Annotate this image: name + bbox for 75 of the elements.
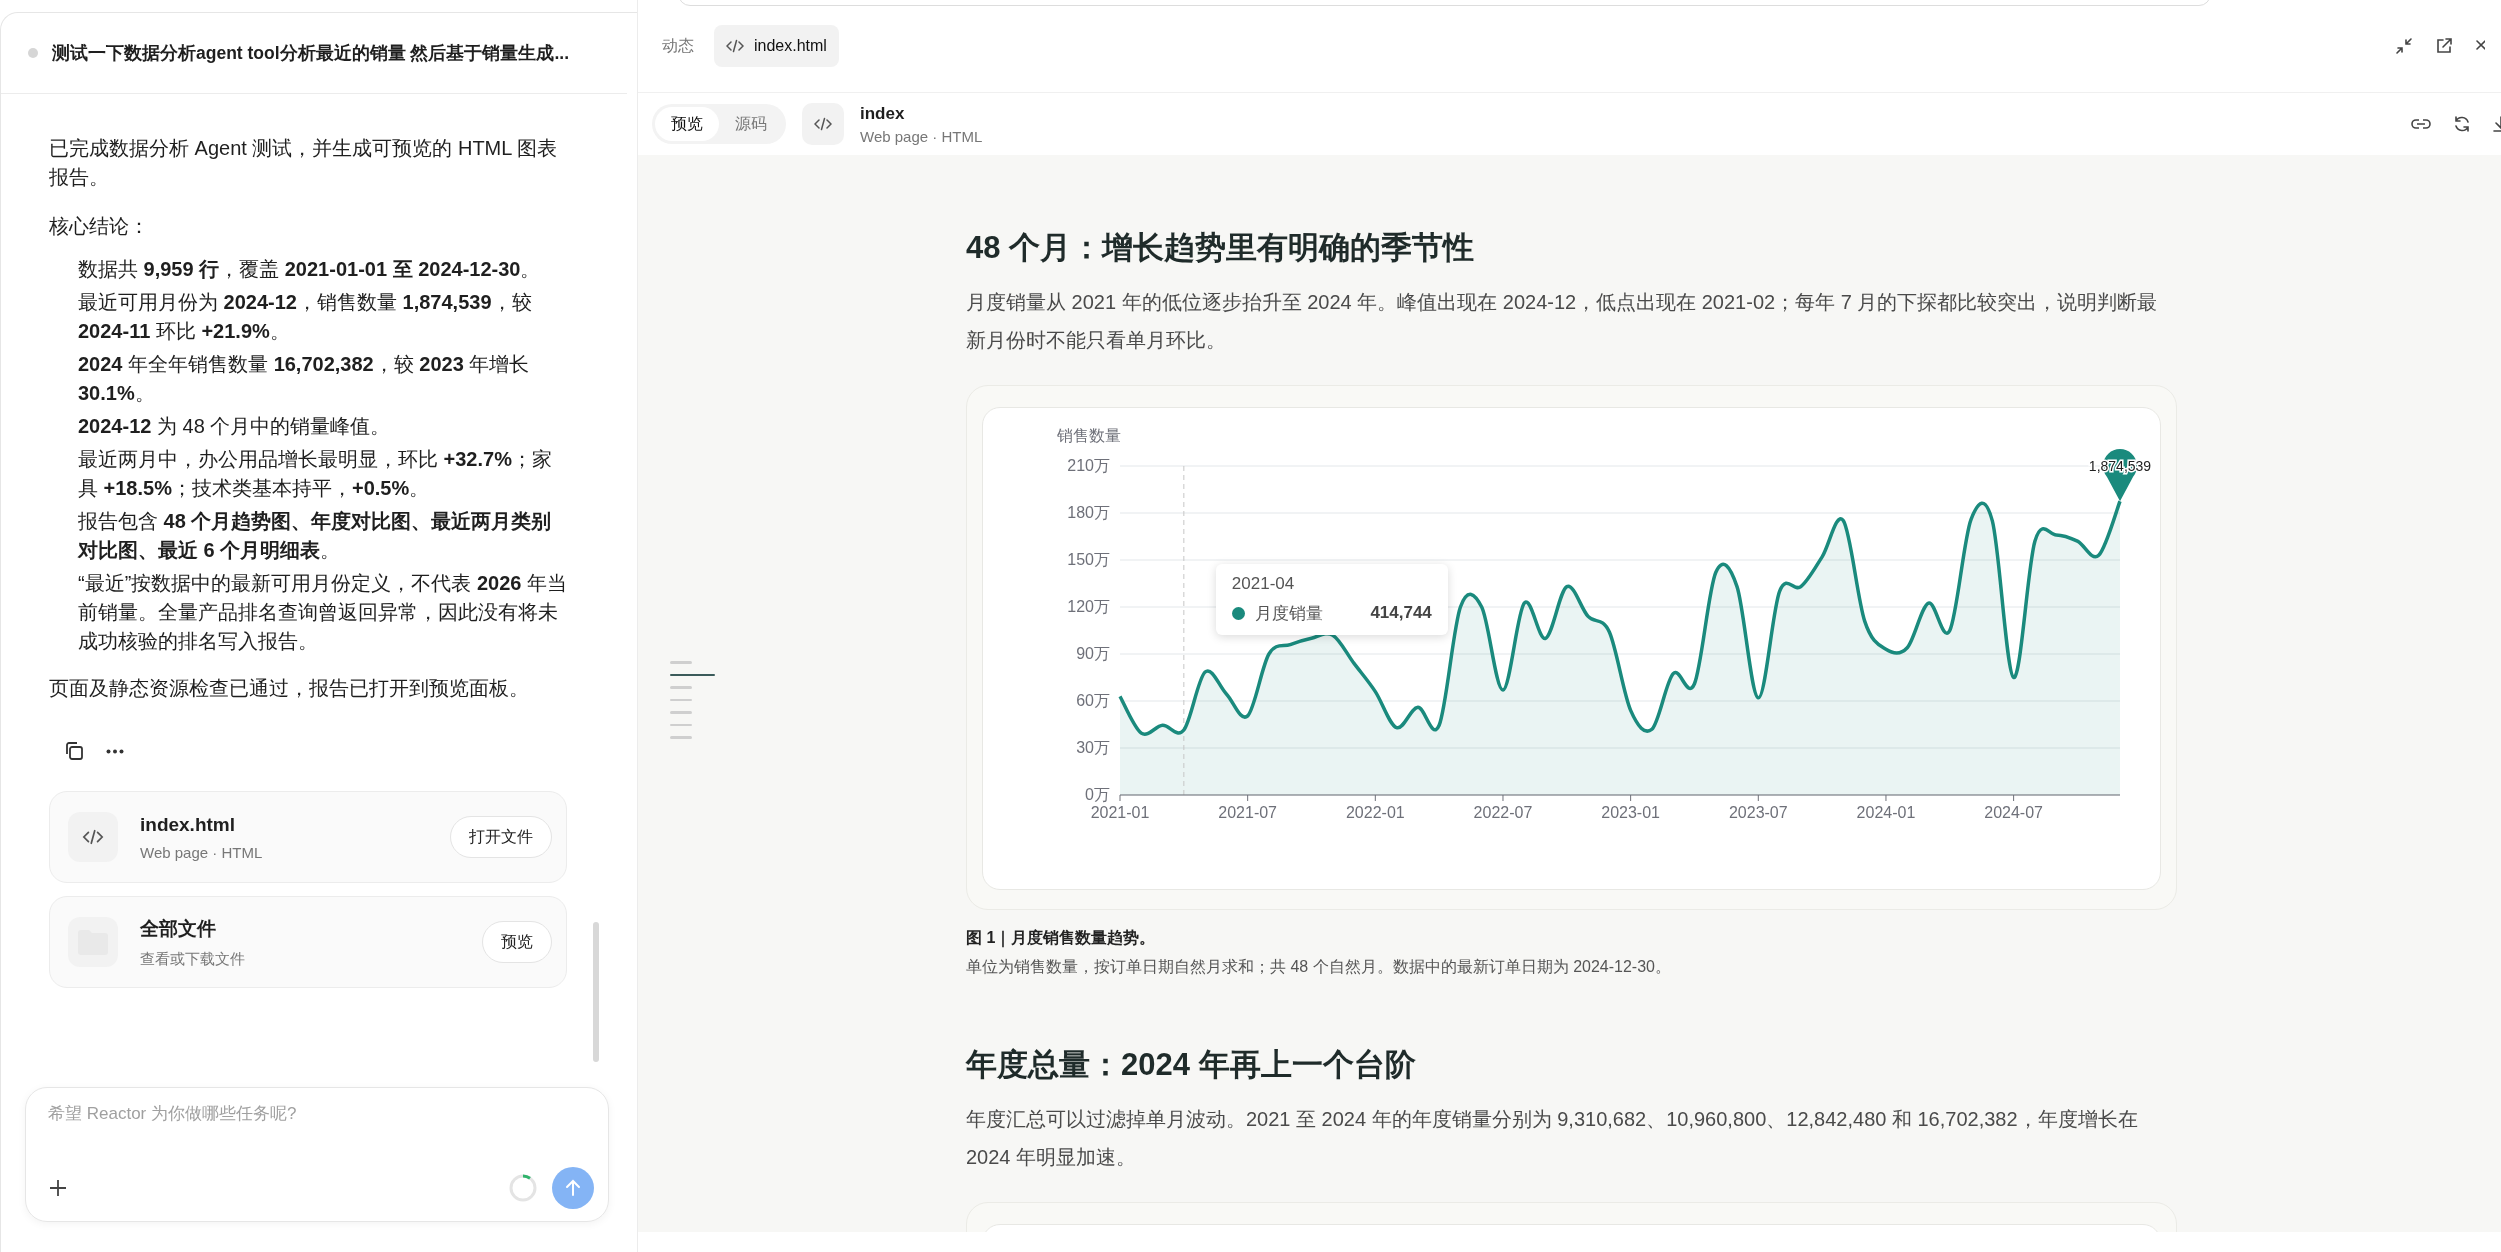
finding-text: 数据共 9,959 行，覆盖 2021-01-01 至 2024-12-30。 xyxy=(78,257,542,282)
y-axis-title: 销售数量 xyxy=(1057,427,1121,444)
code-file-icon xyxy=(68,812,118,862)
tooltip-title: 2021-04 xyxy=(1231,573,1296,594)
tooltip-label: 月度销量 xyxy=(1254,602,1323,625)
outline-marker[interactable] xyxy=(670,686,692,689)
y-tick-label: 90万 xyxy=(1076,645,1110,662)
outline-marker[interactable] xyxy=(670,673,715,676)
tooltip-value: 414,744 xyxy=(1370,603,1432,624)
file-subtitle: 查看或下载文件 xyxy=(140,949,246,969)
copy-icon[interactable] xyxy=(64,741,84,761)
file-card[interactable]: index.html Web page · HTML 打开文件 xyxy=(49,791,567,883)
series-dot xyxy=(1231,606,1245,620)
outline-marker[interactable] xyxy=(670,711,692,714)
scrollbar-thumb[interactable] xyxy=(593,922,599,1062)
document-title: index xyxy=(860,103,906,124)
message-input[interactable]: 希望 Reactor 为你做哪些任务呢? xyxy=(48,1102,594,1167)
file-card[interactable]: 全部文件 查看或下载文件 预览 xyxy=(49,896,567,988)
view-mode-option[interactable]: 源码 xyxy=(719,107,783,141)
x-tick-label: 2021-07 xyxy=(1218,804,1277,821)
x-tick-label: 2021-01 xyxy=(1090,804,1150,821)
collapse-icon[interactable] xyxy=(2395,37,2413,55)
more-icon[interactable] xyxy=(106,748,124,754)
y-tick-label: 30万 xyxy=(1076,739,1110,756)
message-text: 已完成数据分析 Agent 测试，并生成可预览的 HTML 图表报告。 xyxy=(49,136,559,190)
x-tick-label: 2022-07 xyxy=(1473,804,1533,821)
file-subtitle: Web page · HTML xyxy=(140,843,264,861)
x-tick-label: 2024-07 xyxy=(1984,804,2043,821)
link-icon[interactable] xyxy=(2411,117,2431,131)
x-tick-label: 2023-01 xyxy=(1601,804,1660,821)
y-tick-label: 180万 xyxy=(1067,504,1110,521)
outline-marker[interactable] xyxy=(670,698,692,701)
message-text: 页面及静态资源检查已通过，报告已打开到预览面板。 xyxy=(49,676,530,701)
finding-text: 报告包含 48 个月趋势图、年度对比图、最近两月类别对比图、最近 6 个月明细表。 xyxy=(78,509,553,563)
composer-box[interactable]: 希望 Reactor 为你做哪些任务呢? xyxy=(25,1087,609,1222)
y-tick-label: 120万 xyxy=(1067,598,1110,615)
file-action-button[interactable]: 预览 xyxy=(482,921,552,963)
x-tick-label: 2022-01 xyxy=(1345,804,1405,821)
finding-text: 最近可用月份为 2024-12，销售数量 1,874,539，较 2024-11 环比 +21.9%。 xyxy=(78,290,533,344)
finding-text: 2024-12 为 48 个月中的销量峰值。 xyxy=(78,414,392,439)
finding-text: “最近”按数据中的最新可用月份定义，不代表 2026 年当前销量。全量产品排名查询曾返回异常，因此没有将未成功核验的排名写入报告。 xyxy=(78,571,567,654)
document-subtitle: Web page · HTML xyxy=(860,127,983,145)
view-mode-option[interactable]: 预览 xyxy=(655,107,719,141)
file-name: 全部文件 xyxy=(140,916,217,941)
status-dot xyxy=(28,48,38,58)
file-name: index.html xyxy=(140,813,236,836)
outline-marker[interactable] xyxy=(670,723,692,726)
section-heading: 48 个月：增长趋势里有明确的季节性 xyxy=(966,229,1476,267)
conversation-title[interactable]: 测试一下数据分析agent tool分析最近的销量 然后基于销量生成... xyxy=(52,41,570,65)
finding-text: 最近两月中，办公用品增长最明显，环比 +32.7%；家具 +18.5%；技术类基本持平，+0.5%。 xyxy=(78,447,553,501)
preview-tab[interactable]: index.html xyxy=(714,25,839,67)
y-tick-label: 210万 xyxy=(1067,457,1110,474)
refresh-icon[interactable] xyxy=(2453,115,2471,133)
section-text: 年度汇总可以过滤掉单月波动。2021 至 2024 年的年度销量分别为 9,310,682、10,960,800、12,842,480 和 16,702,382，年度增长在 2024 年明显加速。 xyxy=(966,1107,2139,1170)
code-icon xyxy=(726,39,744,53)
file-action-button[interactable]: 打开文件 xyxy=(450,816,552,858)
external-link-icon[interactable] xyxy=(2435,37,2453,55)
y-tick-label: 150万 xyxy=(1067,551,1110,568)
outline-marker[interactable] xyxy=(670,661,692,664)
plus-icon[interactable] xyxy=(48,1178,68,1198)
y-tick-label: 0万 xyxy=(1085,786,1110,803)
finding-text: 2024 年全年销售数量 16,702,382，较 2023 年增长 30.1%。 xyxy=(78,352,531,406)
preview-tab[interactable]: 动态 xyxy=(650,25,706,67)
figure-caption: 图 1｜月度销售数量趋势。 xyxy=(966,928,1157,949)
code-file-icon xyxy=(802,103,844,145)
summary-label: 核心结论： xyxy=(49,214,150,239)
y-tick-label: 60万 xyxy=(1076,692,1110,709)
figure-note: 单位为销售数量，按订单日期自然月求和；共 48 个自然月。数据中的最新订单日期为 2024-12-30。 xyxy=(966,957,1672,977)
loading-spinner-icon xyxy=(508,1173,538,1203)
section-heading: 年度总量：2024 年再上一个台阶 xyxy=(966,1046,1417,1084)
x-tick-label: 2024-01 xyxy=(1856,804,1916,821)
section-text: 月度销量从 2021 年的低位逐步抬升至 2024 年。峰值出现在 2024-12，低点出现在 2021-02；每年 7 月的下探都比较突出，说明判断最新月份时不能只看单月环比。 xyxy=(966,290,2159,353)
x-tick-label: 2023-07 xyxy=(1728,804,1788,821)
arrow-up-icon xyxy=(564,1179,582,1197)
outline-marker[interactable] xyxy=(670,736,692,739)
